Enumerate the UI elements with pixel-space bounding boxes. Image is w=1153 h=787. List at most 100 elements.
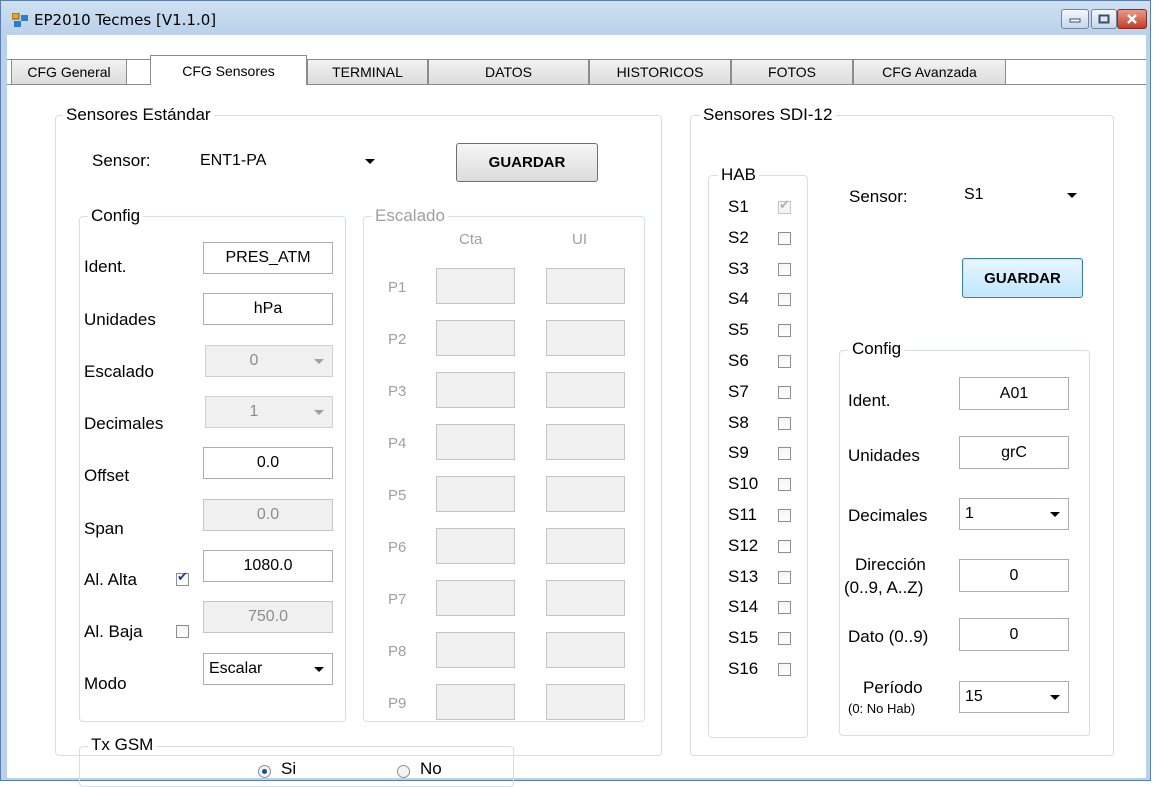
scaling-cta-input	[436, 528, 515, 564]
escalado-group-title: Escalado	[372, 206, 448, 226]
sdi-ident-input[interactable]: A01	[959, 377, 1069, 410]
unidades-label: Unidades	[84, 310, 156, 329]
hab-checkbox: ✔	[778, 198, 791, 214]
sdi-sensor-select[interactable]: S1	[959, 179, 1085, 211]
sensor-label: Sensor:	[92, 151, 151, 170]
chevron-down-icon	[365, 159, 375, 164]
title-bar: EP2010 Tecmes [V1.1.0]	[1, 1, 1150, 35]
tx-gsm-no-radio[interactable]	[397, 765, 410, 778]
scaling-ui-input	[546, 580, 625, 616]
hab-checkbox[interactable]	[778, 447, 791, 461]
escalado-select: 0	[205, 345, 333, 377]
hab-checkbox[interactable]	[778, 663, 791, 676]
tx-gsm-si-label: Si	[281, 759, 297, 778]
check-icon: ✔	[779, 198, 790, 213]
offset-input[interactable]: 0.0	[203, 447, 333, 479]
scaling-ui-input	[546, 476, 625, 512]
hab-sensor-label: S9	[728, 443, 749, 463]
sdi-direccion-sub: (0..9, A..Z)	[844, 578, 924, 597]
tab-cfg-avanzada[interactable]: CFG Avanzada	[853, 59, 1006, 84]
modo-select[interactable]: Escalar	[203, 653, 333, 685]
chevron-down-icon	[314, 667, 324, 672]
tab-historicos[interactable]: HISTORICOS	[589, 59, 731, 84]
close-icon	[1127, 14, 1137, 24]
scaling-cta-input	[436, 684, 515, 720]
scaling-point-label: P9	[388, 695, 407, 712]
decimales-value: 1	[249, 403, 259, 420]
hab-checkbox[interactable]	[778, 385, 791, 399]
scaling-cta-input	[436, 424, 515, 460]
scaling-point-label: P7	[388, 591, 407, 608]
config-title: Config	[88, 206, 144, 226]
scaling-cta-input	[436, 320, 515, 356]
tab-cfg-sensores[interactable]: CFG Sensores	[150, 55, 307, 85]
tab-datos[interactable]: DATOS	[428, 59, 589, 84]
hab-checkbox[interactable]	[778, 509, 791, 522]
ident-label: Ident.	[84, 257, 127, 276]
hab-checkbox[interactable]	[778, 601, 791, 615]
hab-checkbox[interactable]	[778, 231, 791, 245]
hab-sensor-label: S5	[728, 320, 749, 340]
sdi-decimales-select[interactable]: 1	[959, 498, 1069, 530]
hab-checkbox[interactable]	[778, 262, 791, 276]
hab-sensor-label: S2	[728, 227, 749, 247]
window-title: EP2010 Tecmes [V1.1.0]	[34, 11, 217, 29]
sdi-dato-label: Dato (0..9)	[848, 627, 929, 646]
client-area: CFG General CFG Sensores TERMINAL DATOS …	[7, 35, 1146, 787]
escalado-label: Escalado	[84, 362, 154, 381]
decimales-label: Decimales	[84, 414, 164, 433]
group-hab	[708, 175, 808, 738]
hab-checkbox[interactable]	[778, 324, 791, 338]
hab-sensor-label: S10	[728, 474, 759, 494]
close-button[interactable]	[1117, 9, 1147, 29]
sdi-unidades-input[interactable]: grC	[959, 436, 1069, 469]
unidades-input[interactable]: hPa	[203, 293, 333, 325]
sdi-group-title: Sensores SDI-12	[700, 105, 836, 125]
hab-checkbox[interactable]	[778, 632, 791, 646]
scaling-ui-input	[546, 632, 625, 668]
sensor-select[interactable]: ENT1-PA	[195, 146, 383, 176]
hab-checkbox[interactable]	[778, 355, 791, 368]
sdi-periodo-select[interactable]: 15	[959, 681, 1069, 713]
scaling-ui-input	[546, 528, 625, 564]
tab-fotos[interactable]: FOTOS	[731, 59, 853, 84]
chevron-down-icon	[1050, 512, 1060, 517]
offset-label: Offset	[84, 466, 130, 485]
tab-terminal[interactable]: TERMINAL	[307, 59, 428, 84]
hab-checkbox[interactable]	[778, 539, 791, 553]
sdi-direccion-label: Dirección	[855, 555, 926, 574]
al-baja-checkbox[interactable]	[176, 625, 189, 638]
scaling-cta-input	[436, 580, 515, 616]
save-button[interactable]: GUARDAR	[456, 143, 598, 182]
minimize-button[interactable]	[1061, 9, 1089, 29]
span-label: Span	[84, 519, 124, 538]
hab-checkbox[interactable]	[778, 478, 791, 492]
sdi-save-button[interactable]: GUARDAR	[962, 258, 1083, 298]
hab-checkbox[interactable]	[778, 416, 791, 430]
hab-sensor-label: S11	[728, 505, 757, 524]
sdi-dato-input[interactable]: 0	[959, 618, 1069, 651]
tx-gsm-no-label: No	[420, 759, 442, 778]
tab-cfg-general[interactable]: CFG General	[11, 59, 127, 84]
scaling-cta-input	[436, 372, 515, 408]
al-alta-checkbox[interactable]: ✔	[176, 570, 189, 586]
hab-checkbox[interactable]	[778, 570, 791, 584]
maximize-button[interactable]	[1091, 9, 1117, 29]
al-alta-input[interactable]: 1080.0	[203, 550, 333, 582]
hab-sensor-label: S12	[728, 535, 759, 555]
sdi-periodo-sub: (0: No Hab)	[848, 701, 916, 716]
sdi-sensor-value: S1	[964, 186, 984, 203]
tx-gsm-si-radio[interactable]	[258, 765, 271, 778]
hab-sensor-label: S4	[728, 289, 749, 309]
scaling-ui-input	[546, 268, 625, 304]
hab-checkbox[interactable]	[778, 293, 791, 307]
scaling-point-label: P3	[388, 383, 407, 400]
modo-value: Escalar	[209, 660, 263, 677]
hab-sensor-label: S16	[728, 659, 759, 678]
escalado-value: 0	[249, 352, 259, 369]
sdi-decimales-value: 1	[965, 505, 974, 522]
chevron-down-icon	[1067, 193, 1077, 198]
sdi-direccion-input[interactable]: 0	[959, 559, 1069, 592]
scaling-point-label: P5	[388, 487, 407, 504]
ident-input[interactable]: PRES_ATM	[203, 242, 333, 274]
